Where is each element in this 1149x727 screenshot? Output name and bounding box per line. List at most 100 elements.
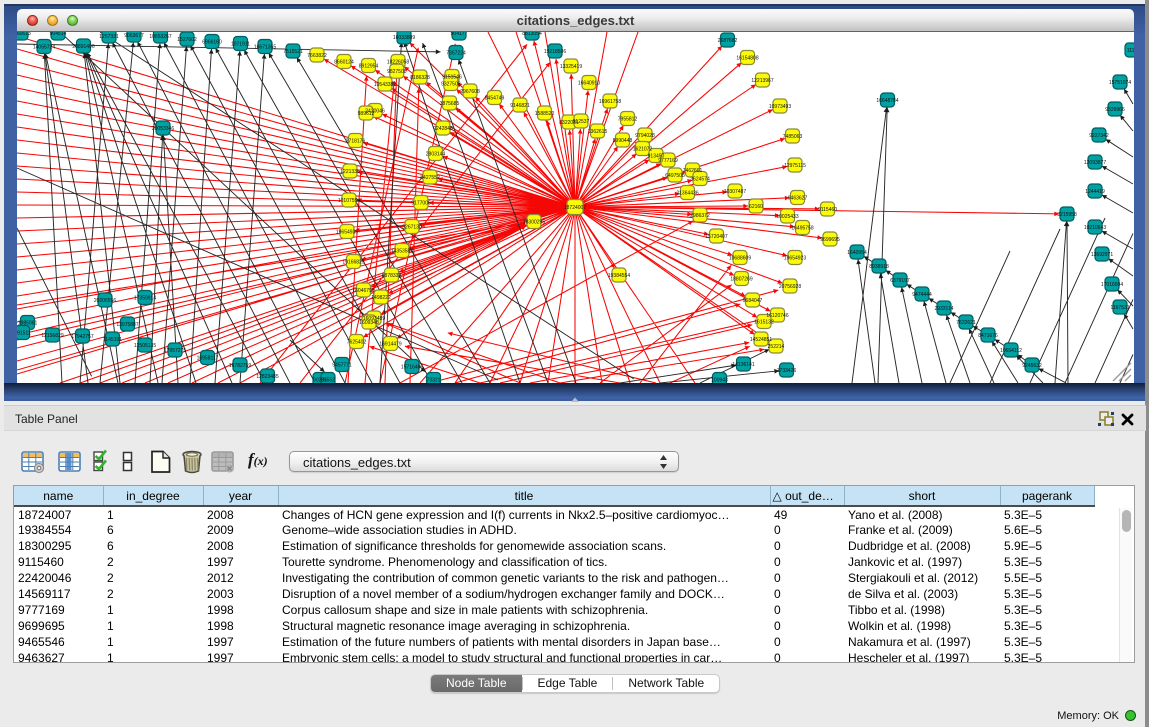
- svg-text:13325419: 13325419: [560, 64, 582, 70]
- svg-text:3267130: 3267130: [402, 224, 422, 230]
- svg-text:19218506: 19218506: [544, 49, 566, 55]
- svg-text:62160: 62160: [749, 204, 763, 210]
- svg-text:19654935: 19654935: [336, 229, 358, 235]
- svg-text:8660124: 8660124: [334, 59, 354, 65]
- svg-text:20756928: 20756928: [779, 284, 801, 290]
- svg-text:12213967: 12213967: [751, 78, 773, 84]
- svg-text:10107554: 10107554: [338, 198, 360, 204]
- svg-text:13692971: 13692971: [1091, 252, 1113, 258]
- svg-text:9063677: 9063677: [124, 33, 144, 39]
- svg-text:12505135: 12505135: [134, 343, 156, 349]
- svg-text:9794028: 9794028: [635, 133, 655, 139]
- svg-text:7625402: 7625402: [347, 339, 367, 345]
- svg-text:9827508: 9827508: [387, 69, 407, 75]
- svg-text:16046795: 16046795: [352, 288, 374, 294]
- svg-text:81552: 81552: [321, 377, 335, 383]
- svg-text:2986372: 2986372: [690, 213, 710, 219]
- svg-text:8454749: 8454749: [485, 95, 505, 101]
- svg-text:9457771: 9457771: [332, 362, 352, 368]
- svg-text:7955812: 7955812: [618, 116, 638, 122]
- svg-text:9329966: 9329966: [1105, 107, 1125, 113]
- svg-text:9463627: 9463627: [788, 195, 808, 201]
- svg-text:12156829: 12156829: [41, 333, 63, 339]
- svg-text:9146821: 9146821: [510, 103, 530, 109]
- svg-text:2803144: 2803144: [426, 151, 446, 157]
- svg-text:1221338: 1221338: [340, 169, 360, 175]
- svg-text:18226058: 18226058: [387, 59, 409, 65]
- svg-text:904177: 904177: [451, 32, 468, 37]
- svg-text:10307487: 10307487: [724, 189, 746, 195]
- svg-text:8912954: 8912954: [359, 63, 379, 69]
- svg-text:8186328: 8186328: [410, 75, 430, 81]
- svg-text:10543382: 10543382: [374, 82, 396, 88]
- svg-text:9227342: 9227342: [1089, 133, 1109, 139]
- svg-text:1167531: 1167531: [1110, 305, 1129, 311]
- svg-text:9684047: 9684047: [743, 298, 763, 304]
- svg-text:7462661: 7462661: [683, 168, 703, 174]
- svg-text:7663822: 7663822: [307, 53, 327, 59]
- svg-text:100943: 100943: [711, 377, 728, 383]
- svg-text:9177006: 9177006: [411, 200, 431, 206]
- svg-text:989612: 989612: [358, 111, 375, 117]
- svg-text:7357224: 7357224: [446, 50, 466, 56]
- svg-text:14136141: 14136141: [732, 362, 754, 368]
- svg-text:2687682: 2687682: [718, 38, 738, 44]
- svg-text:1621072: 1621072: [633, 146, 653, 152]
- svg-text:16648784: 16648784: [876, 98, 898, 104]
- svg-text:912537: 912537: [573, 119, 590, 125]
- svg-text:20891406: 20891406: [72, 44, 94, 50]
- svg-text:1244419: 1244419: [1085, 189, 1105, 195]
- svg-text:7515521: 7515521: [283, 49, 303, 55]
- svg-text:21364436: 21364436: [676, 190, 698, 196]
- svg-text:1071911: 1071911: [231, 41, 250, 47]
- svg-text:8427552: 8427552: [420, 175, 440, 181]
- svg-text:8813054: 8813054: [522, 32, 542, 37]
- svg-text:9245632: 9245632: [1022, 363, 1042, 369]
- svg-text:15720407: 15720407: [705, 234, 727, 240]
- svg-text:3875685: 3875685: [440, 101, 460, 107]
- svg-text:1112: 1112: [1127, 48, 1134, 54]
- svg-text:17016504: 17016504: [1101, 282, 1123, 288]
- svg-text:10973493: 10973493: [769, 104, 791, 110]
- svg-text:1640954: 1640954: [847, 250, 867, 256]
- svg-text:1498222: 1498222: [371, 295, 391, 301]
- svg-text:16782759: 16782759: [229, 363, 251, 369]
- svg-text:17957275: 17957275: [164, 348, 186, 354]
- svg-text:12975115: 12975115: [784, 163, 806, 169]
- svg-text:14055724: 14055724: [33, 44, 55, 50]
- svg-text:20053346: 20053346: [152, 126, 174, 132]
- svg-text:9699695: 9699695: [820, 237, 840, 243]
- svg-text:1588520: 1588520: [535, 111, 555, 117]
- svg-text:13975887: 13975887: [116, 322, 138, 328]
- svg-text:1615132: 1615132: [754, 319, 774, 325]
- svg-text:14353584: 14353584: [391, 248, 413, 254]
- svg-text:9242848: 9242848: [433, 126, 453, 132]
- svg-text:252214: 252214: [768, 344, 785, 350]
- svg-text:19384554: 19384554: [608, 273, 630, 279]
- svg-text:16961758: 16961758: [599, 99, 621, 105]
- svg-text:16671355: 16671355: [254, 44, 276, 50]
- svg-text:20206556: 20206556: [94, 298, 116, 304]
- svg-text:16914479: 16914479: [379, 341, 401, 347]
- svg-text:2718176: 2718176: [346, 138, 366, 144]
- svg-text:15716485: 15716485: [401, 364, 423, 370]
- svg-text:1362615: 1362615: [588, 129, 608, 135]
- svg-text:1257331: 1257331: [99, 34, 119, 40]
- svg-text:6966160: 6966160: [202, 39, 222, 45]
- svg-text:8878332: 8878332: [382, 273, 402, 279]
- svg-text:16640910: 16640910: [578, 80, 600, 86]
- svg-text:12823485: 12823485: [256, 374, 278, 380]
- svg-text:2260613: 2260613: [17, 32, 31, 37]
- svg-text:16154808: 16154808: [736, 55, 758, 61]
- svg-text:9777169: 9777169: [658, 158, 678, 164]
- svg-text:9151546: 9151546: [442, 74, 462, 80]
- svg-text:16120746: 16120746: [766, 313, 788, 319]
- svg-text:10688609: 10688609: [729, 255, 751, 261]
- svg-text:3624574: 3624574: [690, 176, 710, 182]
- svg-text:2933114: 2933114: [934, 306, 953, 312]
- svg-text:1985061: 1985061: [18, 320, 38, 326]
- svg-text:18724007: 18724007: [564, 205, 586, 211]
- svg-text:1527602: 1527602: [177, 37, 197, 43]
- svg-text:391511: 391511: [17, 330, 31, 336]
- svg-text:14524851: 14524851: [750, 337, 772, 343]
